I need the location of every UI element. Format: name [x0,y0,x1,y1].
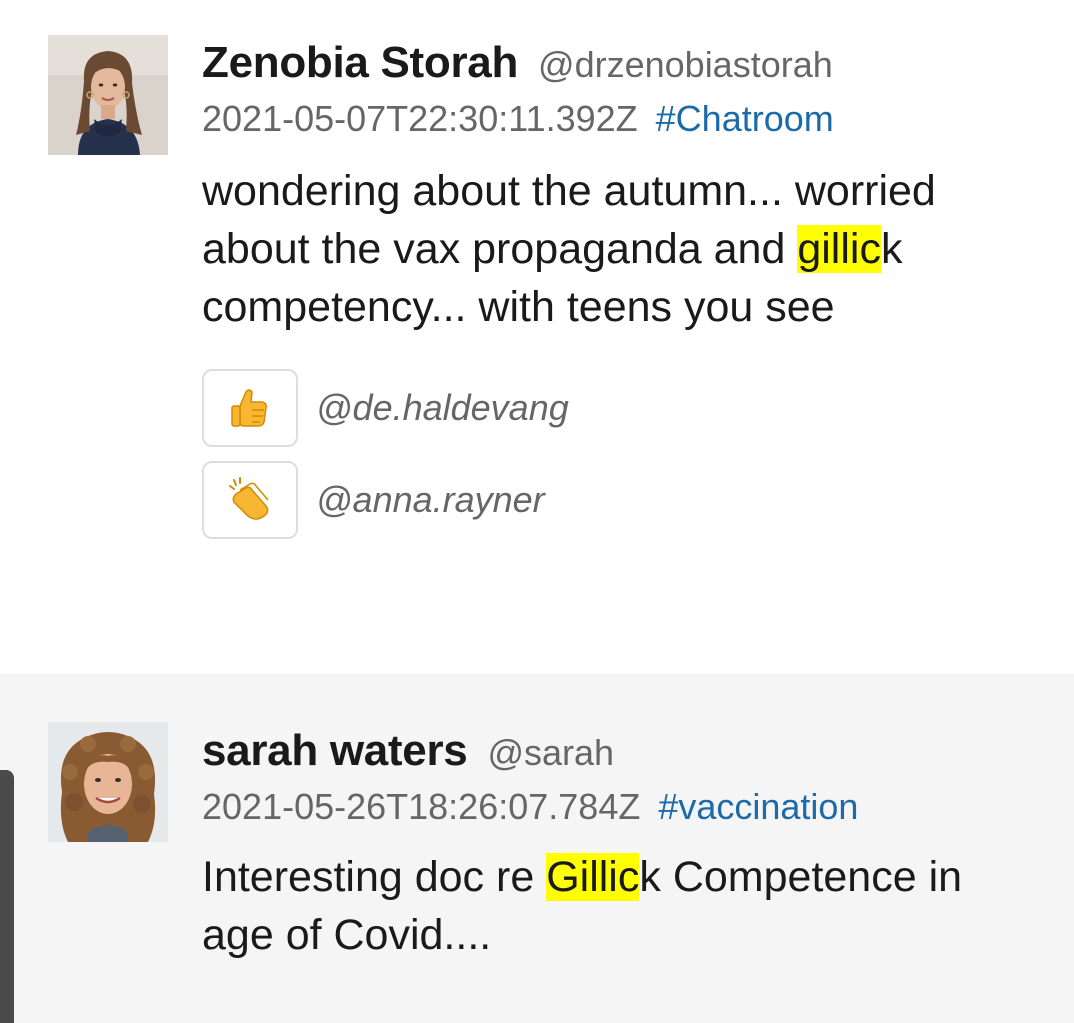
reaction-user[interactable]: @de.haldevang [316,387,569,429]
message-content: Zenobia Storah @drzenobiastorah 2021-05-… [202,38,1034,552]
message-text: wondering about the autumn... worried ab… [202,162,1032,336]
scrollbar[interactable] [0,770,14,1023]
message-post: sarah waters @sarah 2021-05-26T18:26:07.… [0,674,1074,1023]
reaction-item[interactable]: @anna.rayner [202,460,1034,540]
avatar[interactable] [48,722,168,842]
reaction-emoji-button[interactable] [202,461,298,539]
meta-row: 2021-05-26T18:26:07.784Z #vaccination [202,786,1034,830]
avatar-image [48,722,168,842]
reaction-emoji-button[interactable] [202,369,298,447]
search-highlight: gillic [797,225,881,273]
reaction-user[interactable]: @anna.rayner [316,479,545,521]
message-content: sarah waters @sarah 2021-05-26T18:26:07.… [202,726,1034,964]
clapping-hands-icon [229,477,269,520]
timestamp: 2021-05-26T18:26:07.784Z [202,786,641,827]
avatar-image [48,35,168,155]
message-post: Zenobia Storah @drzenobiastorah 2021-05-… [0,0,1074,674]
username[interactable]: @drzenobiastorah [538,44,833,86]
reaction-item[interactable]: @de.haldevang [202,368,1034,448]
channel-link[interactable]: #vaccination [658,786,858,828]
search-highlight: Gillic [546,853,640,901]
thumbs-up-icon [231,389,267,427]
avatar[interactable] [48,35,168,155]
channel-link[interactable]: #Chatroom [656,98,834,140]
message-text: Interesting doc re Gillick Competence in… [202,848,1032,964]
message-feed: Zenobia Storah @drzenobiastorah 2021-05-… [0,0,1074,1023]
timestamp: 2021-05-07T22:30:11.392Z [202,98,638,139]
author-row: Zenobia Storah @drzenobiastorah [202,38,1034,88]
username[interactable]: @sarah [487,732,614,774]
reactions-list: @de.haldevang @anna.rayner [202,368,1034,540]
message-text-part: Interesting doc re [202,853,547,901]
meta-row: 2021-05-07T22:30:11.392Z #Chatroom [202,98,1034,142]
display-name[interactable]: sarah waters [202,726,468,776]
author-row: sarah waters @sarah [202,726,1034,776]
display-name[interactable]: Zenobia Storah [202,38,518,88]
